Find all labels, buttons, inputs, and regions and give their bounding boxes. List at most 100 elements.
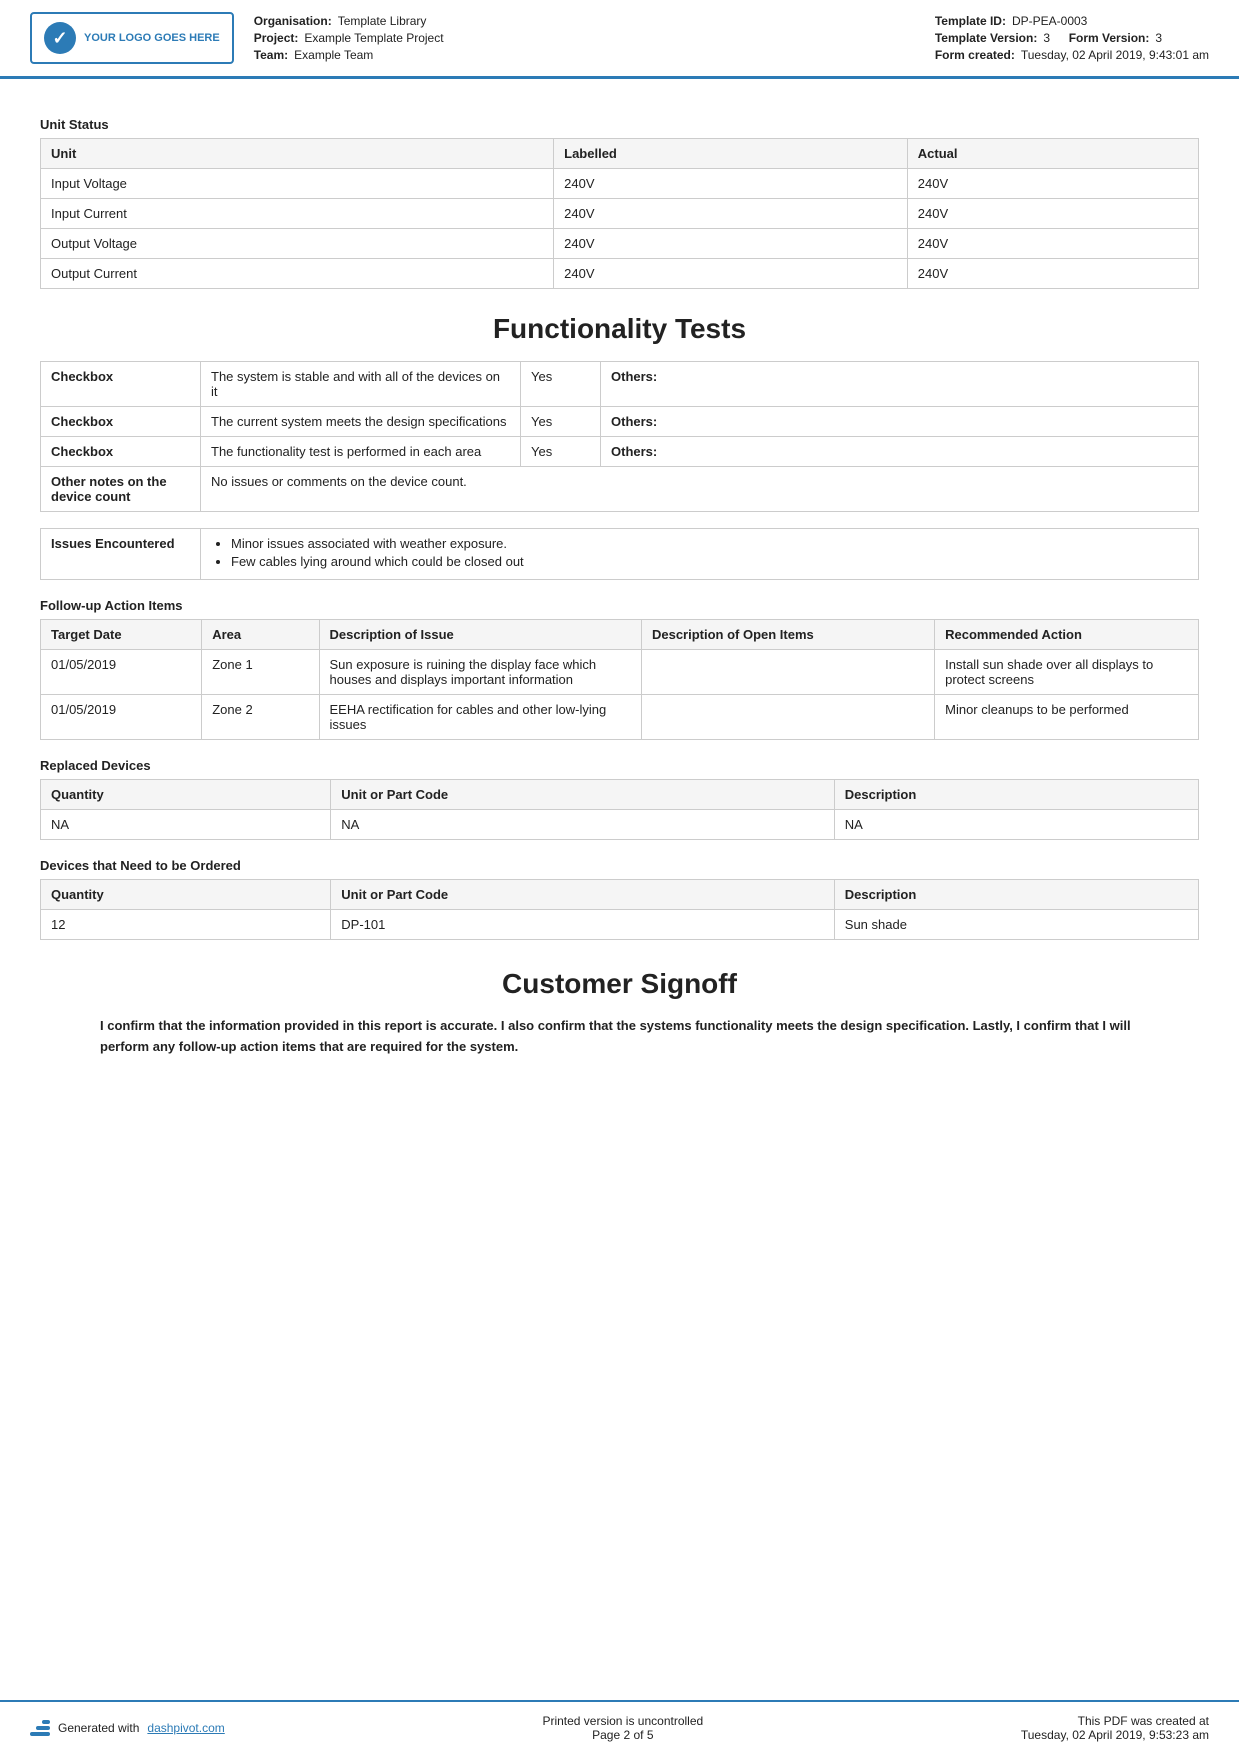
followup-table: Target Date Area Description of Issue De… — [40, 619, 1199, 740]
project-label: Project: — [254, 31, 299, 45]
page-number: Page 2 of 5 — [542, 1728, 703, 1742]
table-cell: 12 — [41, 910, 331, 940]
table-cell — [641, 695, 934, 740]
table-cell: 240V — [554, 259, 908, 289]
bar-3 — [30, 1732, 50, 1736]
functionality-tests-table: CheckboxThe system is stable and with al… — [40, 361, 1199, 512]
table-cell: 240V — [554, 229, 908, 259]
form-version-label: Form Version: — [1069, 31, 1150, 45]
followup-col-open: Description of Open Items — [641, 620, 934, 650]
func-label: Other notes on the device count — [41, 467, 201, 512]
table-cell: DP-101 — [331, 910, 835, 940]
issues-table: Issues Encountered Minor issues associat… — [40, 528, 1199, 580]
devices-to-order-title: Devices that Need to be Ordered — [40, 858, 1199, 873]
followup-col-date: Target Date — [41, 620, 202, 650]
table-row: CheckboxThe current system meets the des… — [41, 407, 1199, 437]
dashpivot-link[interactable]: dashpivot.com — [147, 1721, 224, 1735]
header-right: Template ID: DP-PEA-0003 Template Versio… — [935, 12, 1209, 64]
table-cell: 240V — [554, 199, 908, 229]
table-row: Output Voltage240V240V — [41, 229, 1199, 259]
footer-center: Printed version is uncontrolled Page 2 o… — [542, 1714, 703, 1742]
table-cell: NA — [41, 810, 331, 840]
template-version-label: Template Version: — [935, 31, 1037, 45]
table-cell: 01/05/2019 — [41, 695, 202, 740]
followup-col-recommended: Recommended Action — [935, 620, 1199, 650]
customer-signoff-heading: Customer Signoff — [40, 968, 1199, 1000]
order-col-qty: Quantity — [41, 880, 331, 910]
table-row: NANANA — [41, 810, 1199, 840]
replaced-devices-header: Quantity Unit or Part Code Description — [41, 780, 1199, 810]
replaced-col-code: Unit or Part Code — [331, 780, 835, 810]
followup-col-issue: Description of Issue — [319, 620, 641, 650]
table-cell — [641, 650, 934, 695]
unit-status-header-row: Unit Labelled Actual — [41, 139, 1199, 169]
table-row: Input Voltage240V240V — [41, 169, 1199, 199]
followup-title: Follow-up Action Items — [40, 598, 1199, 613]
main-content: Unit Status Unit Labelled Actual Input V… — [0, 79, 1239, 1118]
replaced-col-qty: Quantity — [41, 780, 331, 810]
table-row: 01/05/2019Zone 1Sun exposure is ruining … — [41, 650, 1199, 695]
issues-row: Issues Encountered Minor issues associat… — [41, 529, 1199, 580]
org-label: Organisation: — [254, 14, 332, 28]
func-others: Others: — [601, 437, 1199, 467]
form-created-value: Tuesday, 02 April 2019, 9:43:01 am — [1021, 48, 1209, 62]
table-cell: 240V — [907, 169, 1198, 199]
table-cell: 240V — [907, 259, 1198, 289]
project-value: Example Template Project — [304, 31, 443, 45]
table-cell: 240V — [554, 169, 908, 199]
func-value: Yes — [521, 362, 601, 407]
header-meta: Organisation: Template Library Project: … — [254, 12, 915, 64]
table-cell: Output Voltage — [41, 229, 554, 259]
table-row: 01/05/2019Zone 2EEHA rectification for c… — [41, 695, 1199, 740]
table-cell: 240V — [907, 229, 1198, 259]
logo-icon: ✓ — [44, 22, 76, 54]
template-version-value: 3 — [1043, 31, 1050, 45]
bar-2 — [36, 1726, 50, 1730]
func-description: The functionality test is performed in e… — [201, 437, 521, 467]
footer-bar-icon — [30, 1720, 50, 1736]
table-cell: Input Voltage — [41, 169, 554, 199]
generated-text: Generated with — [58, 1721, 139, 1735]
page-header: ✓ YOUR LOGO GOES HERE Organisation: Temp… — [0, 0, 1239, 79]
func-description: No issues or comments on the device coun… — [201, 467, 1199, 512]
unit-status-col-unit: Unit — [41, 139, 554, 169]
customer-signoff-text: I confirm that the information provided … — [100, 1016, 1139, 1058]
bar-1 — [42, 1720, 50, 1724]
form-created-label: Form created: — [935, 48, 1015, 62]
table-cell: Zone 2 — [202, 695, 319, 740]
template-id-value: DP-PEA-0003 — [1012, 14, 1087, 28]
team-value: Example Team — [294, 48, 373, 62]
uncontrolled-text: Printed version is uncontrolled — [542, 1714, 703, 1728]
table-cell: Input Current — [41, 199, 554, 229]
org-value: Template Library — [338, 14, 427, 28]
replaced-col-desc: Description — [834, 780, 1198, 810]
footer-logo-area: Generated with dashpivot.com — [30, 1720, 225, 1736]
table-row: Input Current240V240V — [41, 199, 1199, 229]
order-col-desc: Description — [834, 880, 1198, 910]
table-cell: NA — [834, 810, 1198, 840]
pdf-created-text: This PDF was created at — [1021, 1714, 1209, 1728]
func-others: Others: — [601, 362, 1199, 407]
unit-status-title: Unit Status — [40, 117, 1199, 132]
func-label: Checkbox — [41, 437, 201, 467]
func-others: Others: — [601, 407, 1199, 437]
table-cell: 240V — [907, 199, 1198, 229]
devices-to-order-table: Quantity Unit or Part Code Description 1… — [40, 879, 1199, 940]
table-row: Other notes on the device countNo issues… — [41, 467, 1199, 512]
table-row: CheckboxThe functionality test is perfor… — [41, 437, 1199, 467]
table-row: CheckboxThe system is stable and with al… — [41, 362, 1199, 407]
table-cell: Zone 1 — [202, 650, 319, 695]
issues-label: Issues Encountered — [41, 529, 201, 580]
table-cell: NA — [331, 810, 835, 840]
func-label: Checkbox — [41, 407, 201, 437]
func-label: Checkbox — [41, 362, 201, 407]
template-id-label: Template ID: — [935, 14, 1006, 28]
replaced-devices-title: Replaced Devices — [40, 758, 1199, 773]
table-row: 12DP-101Sun shade — [41, 910, 1199, 940]
func-value: Yes — [521, 437, 601, 467]
footer-right: This PDF was created at Tuesday, 02 Apri… — [1021, 1714, 1209, 1742]
table-row: Output Current240V240V — [41, 259, 1199, 289]
table-cell: Output Current — [41, 259, 554, 289]
devices-to-order-header: Quantity Unit or Part Code Description — [41, 880, 1199, 910]
table-cell: 01/05/2019 — [41, 650, 202, 695]
